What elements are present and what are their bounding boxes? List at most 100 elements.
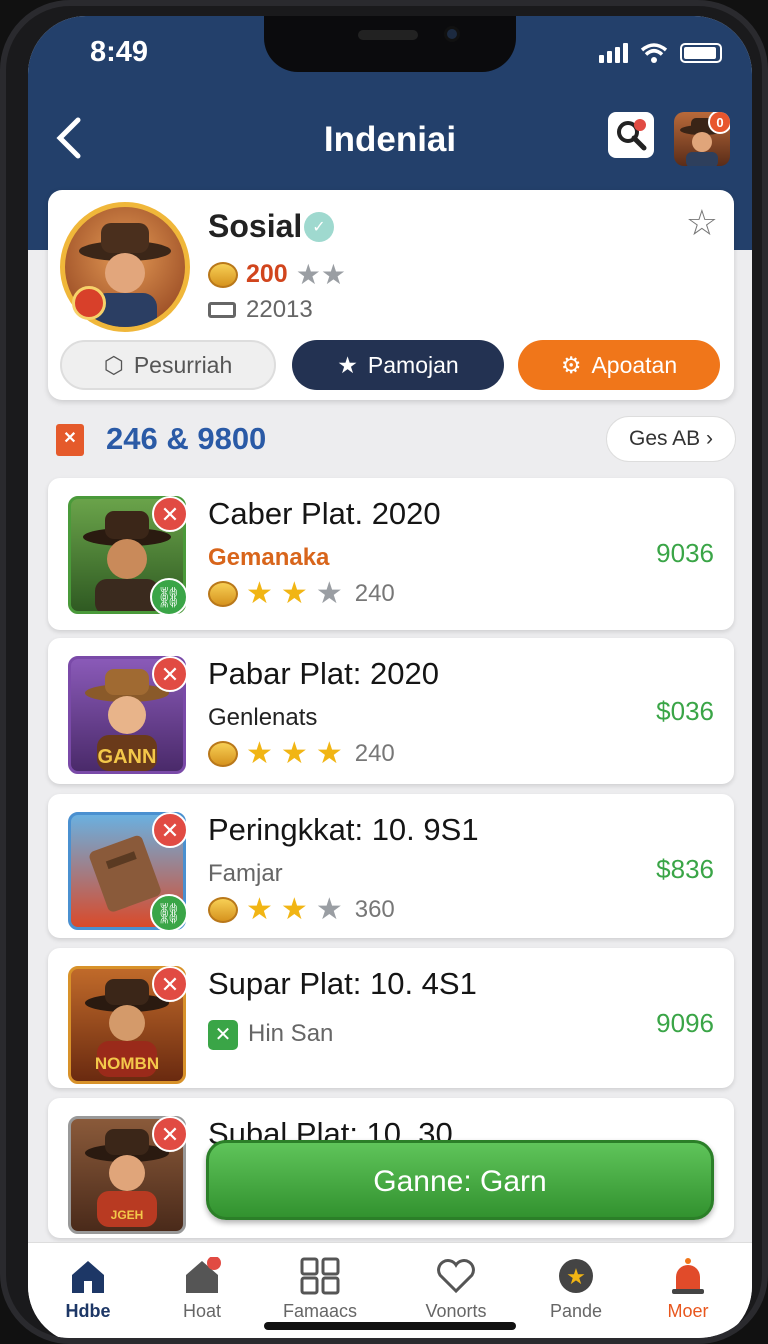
game-card[interactable]: ✕ ⛓ Peringkkat: 10. 9S1 Famjar ★ ★ ★ 360…: [48, 794, 734, 938]
game-price: $036: [656, 696, 714, 726]
favorite-star-icon[interactable]: ☆: [686, 202, 718, 244]
star-icon: ★★: [295, 259, 346, 290]
phone-frame: 8:49 Indeniai 0 Sosial ✓ 200 ★★ 22013 ☆ …: [0, 0, 768, 1344]
battery-icon: [680, 43, 722, 63]
rating-row: ★ ★ ★ 360: [208, 892, 395, 927]
thumb-label: NOMBN: [95, 1054, 159, 1073]
tab-label: Pande: [549, 1301, 603, 1321]
see-all-button[interactable]: Ges AB ›: [606, 416, 736, 462]
gear-icon: ⚙: [560, 351, 582, 378]
tab-pande[interactable]: ★ Pande: [516, 1257, 636, 1322]
level-badge-icon: [72, 286, 106, 320]
link-icon: ⛓: [150, 578, 188, 616]
tab-label: Moer: [667, 1301, 709, 1321]
star-filled-icon: ★: [280, 737, 308, 770]
game-card[interactable]: NOMBN ✕ Supar Plat: 10. 4S1 ✕ Hin San 90…: [48, 948, 734, 1088]
profile-name: Sosial: [208, 208, 303, 244]
remove-button[interactable]: ✕: [152, 496, 188, 532]
rating-count: 240: [354, 739, 395, 767]
button-label: Apoatan: [591, 351, 678, 378]
section-header: ✕ 246 & 9800 Ges AB ›: [56, 416, 736, 462]
notification-badge: 0: [708, 112, 730, 134]
star-filled-icon: ★: [280, 893, 308, 926]
apoatan-button[interactable]: ⚙ Apoatan: [518, 340, 720, 390]
user-avatar-button[interactable]: 0: [674, 112, 730, 166]
star-filled-icon: ★: [246, 577, 273, 610]
home-icon: [72, 1261, 104, 1293]
see-all-label: Ges AB: [628, 427, 701, 450]
tab-moer[interactable]: Moer: [628, 1257, 748, 1322]
remove-button[interactable]: ✕: [152, 966, 188, 1002]
game-title: Caber Plat. 2020: [208, 496, 441, 531]
wifi-icon: [640, 43, 668, 63]
coin-row: 200 ★★: [208, 258, 346, 291]
alarm-icon: [672, 1258, 704, 1294]
profile-card: Sosial ✓ 200 ★★ 22013 ☆ ⬡ Pesurriah ★ Pamo…: [48, 190, 734, 400]
rating-row: ★ ★ ★ 240: [208, 576, 395, 611]
id-card-icon: [208, 302, 236, 318]
tab-vonorts[interactable]: Vonorts: [396, 1257, 516, 1322]
home-icon: [186, 1256, 221, 1293]
star-filled-icon: ★: [280, 577, 308, 610]
tab-hoat[interactable]: Hoat: [142, 1256, 262, 1322]
button-label: Pesurriah: [133, 351, 233, 378]
game-price: $836: [656, 854, 714, 884]
star-filled-icon: ★: [315, 737, 343, 770]
search-button[interactable]: [608, 112, 654, 158]
rating-count: 240: [354, 579, 395, 607]
tab-label: Hdbe: [65, 1301, 111, 1321]
home-indicator: [264, 1322, 516, 1330]
verified-icon: ✓: [304, 212, 334, 242]
game-subtitle: Famjar: [208, 860, 283, 887]
grid-icon: [300, 1257, 340, 1295]
id-row: 22013: [208, 296, 313, 324]
speaker: [358, 30, 418, 40]
game-card[interactable]: ✕ ⛓ Caber Plat. 2020 Gemanaka ★ ★ ★ 240 …: [48, 478, 734, 630]
remove-button[interactable]: ✕: [152, 1116, 188, 1152]
status-icons: [599, 42, 722, 64]
pesurriah-button[interactable]: ⬡ Pesurriah: [60, 340, 276, 390]
tab-label: Hoat: [182, 1301, 222, 1321]
notch: [264, 16, 516, 72]
rating-row: ★ ★ ★ 240: [208, 736, 395, 771]
star-badge-icon: ★: [559, 1259, 593, 1293]
svg-text:★: ★: [566, 1265, 586, 1290]
rating-count: 360: [354, 895, 395, 923]
pamojan-button[interactable]: ★ Pamojan: [292, 340, 504, 390]
star-icon: ★: [337, 351, 358, 378]
link-icon: ⛓: [150, 894, 188, 932]
star-empty-icon: ★: [315, 893, 343, 926]
status-time: 8:49: [90, 36, 149, 68]
game-price: 9036: [656, 538, 714, 568]
game-subtitle: Hin San: [248, 1020, 334, 1047]
coin-icon: [208, 580, 238, 607]
button-label: Pamojan: [367, 351, 459, 378]
thumb-label: GANN: [98, 746, 157, 768]
signal-icon: [599, 43, 628, 63]
game-card[interactable]: GANN ✕ Pabar Plat: 2020 Genlenats ★ ★ ★ …: [48, 638, 734, 784]
coin-icon: [208, 896, 238, 923]
remove-button[interactable]: ✕: [152, 812, 188, 848]
screen: 8:49 Indeniai 0 Sosial ✓ 200 ★★ 22013 ☆ …: [28, 16, 752, 1338]
search-icon: [617, 119, 647, 151]
game-subtitle: Gemanaka: [208, 544, 330, 571]
play-game-button[interactable]: Ganne: Garn: [206, 1140, 714, 1220]
tab-famaacs[interactable]: Famaacs: [260, 1257, 380, 1322]
check-icon: ✕: [208, 1020, 238, 1050]
coin-count: 200: [246, 260, 288, 288]
heart-icon: [437, 1259, 475, 1294]
game-subtitle: Genlenats: [208, 704, 318, 731]
star-filled-icon: ★: [246, 893, 273, 926]
thumb-label: JGEH: [111, 1208, 144, 1222]
tab-label: Vonorts: [425, 1301, 487, 1321]
section-title: 246 & 9800: [106, 421, 267, 456]
id-number: 22013: [246, 296, 313, 323]
game-title: Peringkkat: 10. 9S1: [208, 812, 479, 847]
section-icon: ✕: [56, 424, 84, 456]
coin-icon: [208, 261, 238, 288]
tab-home[interactable]: Hdbe: [28, 1257, 148, 1322]
game-title: Supar Plat: 10. 4S1: [208, 966, 477, 1001]
game-price: 9096: [656, 1008, 714, 1038]
tab-label: Famaacs: [282, 1301, 358, 1321]
remove-button[interactable]: ✕: [152, 656, 188, 692]
